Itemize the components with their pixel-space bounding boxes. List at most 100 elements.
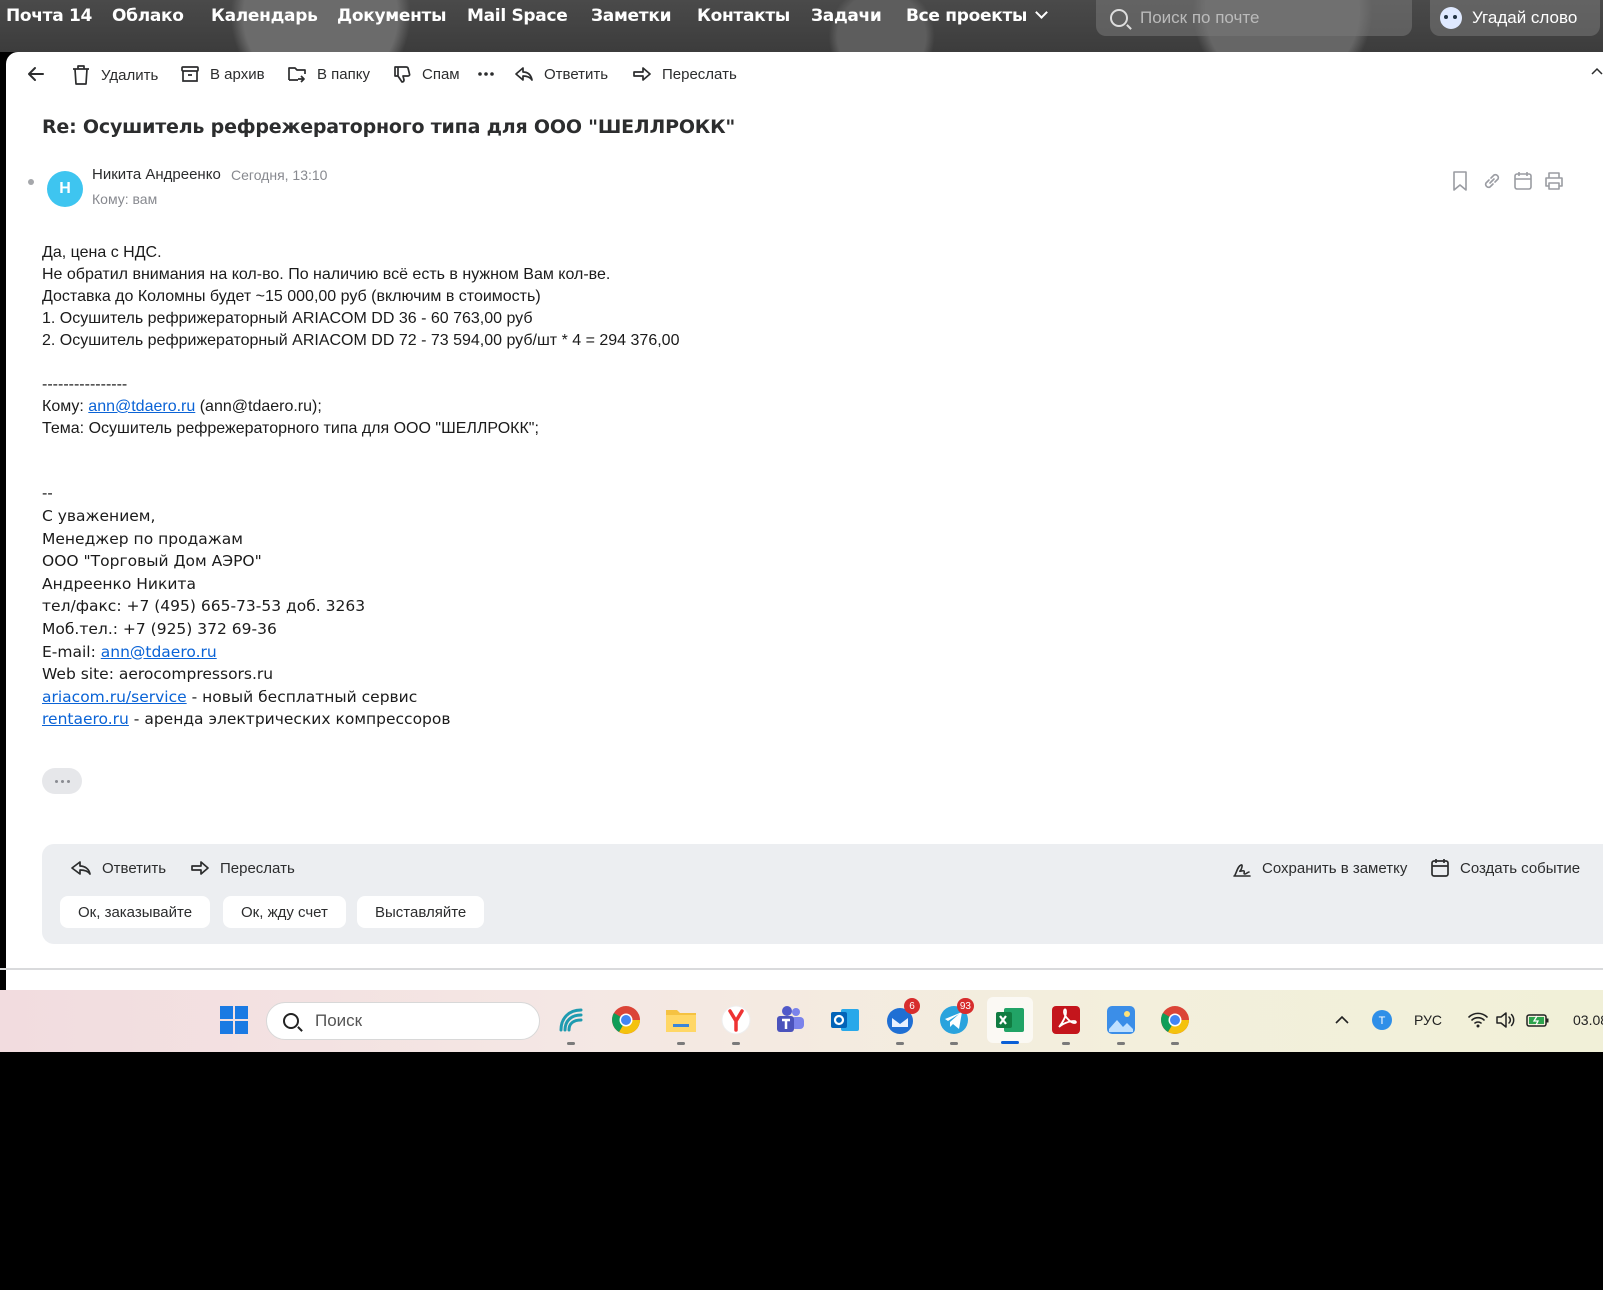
message-toolbar: Удалить В архив В папку Спам Ответить Пе… xyxy=(6,52,1603,100)
nav-tasks[interactable]: Задачи xyxy=(811,6,882,26)
quote-to-prefix: Кому: xyxy=(42,398,89,415)
rent-suffix: - аренда электрических компрессоров xyxy=(128,710,451,729)
quick-reply-label: Ответить xyxy=(102,859,167,877)
quote-to-email-link[interactable]: ann@tdaero.ru xyxy=(88,398,195,415)
taskbar-app-thunderbird[interactable]: 6 xyxy=(880,998,920,1045)
service-link[interactable]: ariacom.ru/service xyxy=(42,688,187,706)
nav-notes[interactable]: Заметки xyxy=(591,6,671,26)
body-line: 1. Осушитель рефрижераторный ARIACOM DD … xyxy=(42,310,533,327)
signature-email-link[interactable]: ann@tdaero.ru xyxy=(101,643,217,661)
start-button[interactable] xyxy=(214,1000,254,1040)
taskbar-app-explorer[interactable] xyxy=(661,1000,701,1045)
more-actions-button[interactable] xyxy=(478,64,504,84)
message-subject: Re: Осушитель рефрежераторного типа для … xyxy=(42,116,736,138)
bookmark-icon[interactable] xyxy=(1451,170,1469,197)
save-to-note-label: Сохранить в заметку xyxy=(1262,859,1408,877)
spam-button[interactable]: Спам xyxy=(392,64,460,84)
mascot-icon xyxy=(1440,7,1462,29)
quick-answer-issue[interactable]: Выставляйте xyxy=(357,896,485,928)
taskbar-app-photos[interactable] xyxy=(1101,1000,1141,1045)
windows-logo-icon xyxy=(220,1006,248,1034)
create-event-button[interactable]: Создать событие xyxy=(1430,858,1580,878)
taskbar-app-wave[interactable] xyxy=(551,1000,591,1045)
nav-mail-space[interactable]: Mail Space xyxy=(467,6,568,26)
quote-to-suffix: (ann@tdaero.ru); xyxy=(195,398,322,415)
delete-button[interactable]: Удалить xyxy=(71,64,158,86)
mail-search[interactable] xyxy=(1096,0,1412,36)
arrow-left-icon xyxy=(28,67,44,81)
save-to-note-button[interactable]: Сохранить в заметку xyxy=(1232,858,1407,878)
print-icon[interactable] xyxy=(1543,170,1565,197)
wave-app-icon xyxy=(559,1008,583,1032)
recipient-line[interactable]: Кому: вам xyxy=(92,191,157,207)
signature-pen-icon xyxy=(1233,864,1251,877)
taskbar-app-acrobat[interactable] xyxy=(1046,1000,1086,1045)
quote-separator: ---------------- xyxy=(42,376,128,393)
nav-documents[interactable]: Документы xyxy=(337,6,446,26)
nav-cloud[interactable]: Облако xyxy=(112,6,184,26)
calendar-icon[interactable] xyxy=(1512,170,1534,197)
signature-separator: -- xyxy=(42,485,53,502)
taskbar-app-telegram[interactable]: 93 xyxy=(934,998,974,1045)
pdf-reader-icon xyxy=(1052,1006,1080,1034)
forward-button[interactable]: Переслать xyxy=(632,64,737,84)
signature-line: Андреенко Никита xyxy=(42,574,196,593)
back-button[interactable] xyxy=(26,64,56,84)
rent-link[interactable]: rentaero.ru xyxy=(42,710,129,728)
email-prefix: E-mail: xyxy=(42,642,101,661)
taskbar-app-chrome[interactable] xyxy=(606,1000,646,1040)
signature-website: Web site: aerocompressors.ru xyxy=(42,665,274,684)
search-input[interactable] xyxy=(1140,8,1400,28)
link-icon[interactable] xyxy=(1481,170,1503,197)
guess-word-label: Угадай слово xyxy=(1472,8,1578,27)
unread-dot[interactable] xyxy=(28,179,34,185)
chrome-icon xyxy=(1161,1006,1189,1034)
quick-forward-button[interactable]: Переслать xyxy=(190,858,295,878)
show-quoted-button[interactable] xyxy=(42,768,82,794)
forward-icon xyxy=(191,861,209,875)
sender-name[interactable]: Никита Андреенко xyxy=(92,166,221,183)
body-line: Да, цена с НДС. xyxy=(42,244,162,261)
reply-button[interactable]: Ответить xyxy=(514,64,608,84)
tray-app-t[interactable]: T xyxy=(1362,1000,1402,1040)
signature-email-line: E-mail: ann@tdaero.ru xyxy=(42,641,679,664)
taskbar-app-teams[interactable] xyxy=(770,1000,810,1040)
nav-calendar[interactable]: Календарь xyxy=(211,6,318,26)
quick-reply-button[interactable]: Ответить xyxy=(70,858,166,878)
nav-mail[interactable]: Почта 14 xyxy=(6,6,92,26)
taskbar-search-label: Поиск xyxy=(315,1011,363,1030)
nav-contacts[interactable]: Контакты xyxy=(697,6,790,26)
rent-line: rentaero.ru - аренда электрических компр… xyxy=(42,708,679,731)
clock[interactable]: 03.08 xyxy=(1573,1012,1603,1028)
taskbar-app-outlook[interactable] xyxy=(825,1000,865,1040)
taskbar-app-excel[interactable] xyxy=(987,997,1033,1044)
service-suffix: - новый бесплатный сервис xyxy=(186,687,418,706)
archive-icon xyxy=(181,66,199,82)
chrome-icon xyxy=(612,1006,640,1034)
taskbar-app-yandex[interactable] xyxy=(716,1000,756,1045)
quick-reply-area: Ответить Переслать Сохранить в заметку С… xyxy=(42,844,1603,944)
quick-answer-wait-invoice[interactable]: Ок, жду счет xyxy=(223,896,346,928)
excel-icon xyxy=(996,1008,1024,1032)
trash-icon xyxy=(73,65,89,85)
move-to-folder-button[interactable]: В папку xyxy=(287,64,370,84)
unread-badge: 93 xyxy=(956,998,974,1014)
avatar[interactable]: Н xyxy=(47,171,83,207)
search-icon xyxy=(283,1013,299,1029)
battery-icon[interactable] xyxy=(1518,1000,1558,1040)
taskbar-search[interactable]: Поиск xyxy=(266,1002,540,1040)
service-line: ariacom.ru/service - новый бесплатный се… xyxy=(42,686,679,709)
quick-answer-order[interactable]: Ок, заказывайте xyxy=(60,896,211,928)
signature-line: ООО "Торговый Дом АЭРО" xyxy=(42,552,262,571)
yandex-browser-icon xyxy=(721,1005,751,1035)
guess-word-button[interactable]: Угадай слово xyxy=(1430,0,1600,36)
nav-all-projects[interactable]: Все проекты xyxy=(906,6,1048,26)
windows-taskbar: Поиск 6 93 T РУС 03.0 xyxy=(0,990,1603,1052)
taskbar-app-chrome-2[interactable] xyxy=(1155,1000,1195,1045)
collapse-button[interactable] xyxy=(1591,66,1603,78)
language-indicator[interactable]: РУС xyxy=(1414,1012,1442,1028)
message-panel: Удалить В архив В папку Спам Ответить Пе… xyxy=(6,52,1603,990)
body-line xyxy=(42,352,679,374)
tray-overflow-button[interactable] xyxy=(1322,1000,1362,1040)
archive-button[interactable]: В архив xyxy=(180,64,265,84)
